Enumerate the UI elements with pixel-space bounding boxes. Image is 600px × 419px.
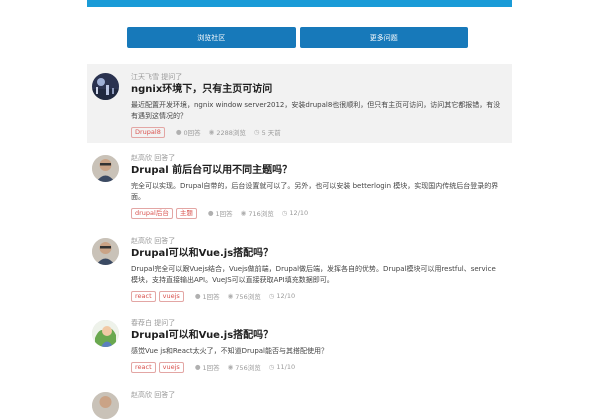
tag[interactable]: react [131,361,156,373]
answers-count: ● 0回答 [175,128,201,137]
tag[interactable]: vuejs [158,290,184,302]
eye-icon: ◉ [240,209,247,217]
list-item: 江天飞雪 提问了 ngnix环境下，只有主页可访问 最近配置开发环境，ngnix… [87,64,512,143]
item-footer: drupal后台 主题 ● 1回答 ◉ 716浏览 ◷ 12/10 [131,207,502,219]
views-count: ◉ 716浏览 [240,209,274,218]
comment-icon: ● [194,292,201,300]
views-count: ◉ 2288浏览 [208,128,246,137]
question-excerpt: 感觉Vue js和React太火了，不知道Drupal能否与其搭配使用？ [131,347,328,355]
answers-count: ● 1回答 [194,363,220,372]
list-item: 赵高欣 回答了 Drupal可以和Vue.js搭配吗？ Drupal完全可以跟V… [87,226,512,308]
answers-count: ● 1回答 [207,209,233,218]
tag[interactable]: react [131,290,156,302]
avatar[interactable] [92,320,119,347]
avatar[interactable] [92,392,119,419]
question-title[interactable]: Drupal可以和Vue.js搭配吗？ [131,247,502,261]
top-banner [87,0,512,7]
tag[interactable]: drupal后台 [131,207,173,219]
author-line[interactable]: 赵高欣 回答了 [131,390,502,400]
answers-count: ● 1回答 [194,292,220,301]
tag[interactable]: 主题 [175,207,197,219]
question-excerpt: Drupal完全可以跟Vuejs结合，Vuejs做前端，Drupal做后端，发挥… [131,265,496,284]
avatar[interactable] [92,73,119,100]
more-questions-button[interactable]: 更多问题 [299,27,468,48]
question-title[interactable]: Drupal 前后台可以用不同主题吗？ [131,164,502,178]
comment-icon: ● [194,363,201,371]
clock-icon: ◷ [268,292,275,300]
list-item: 赵高欣 回答了 Drupal 前后台可以用不同主题吗？ 完全可以实现。Drupa… [87,143,512,226]
eye-icon: ◉ [208,128,215,136]
clock-icon: ◷ [281,209,288,217]
question-title[interactable]: ngnix环境下，只有主页可访问 [131,83,502,97]
comment-icon: ● [207,209,214,217]
author-line[interactable]: 春荐白 提问了 [131,318,502,328]
list-item: 赵高欣 回答了 [87,380,512,419]
author-line[interactable]: 赵高欣 回答了 [131,236,502,246]
question-excerpt: 最近配置开发环境，ngnix window server2012，安装drupa… [131,101,501,120]
author-line[interactable]: 赵高欣 回答了 [131,153,502,163]
question-title[interactable]: Drupal可以和Vue.js搭配吗？ [131,329,502,343]
eye-icon: ◉ [227,292,234,300]
views-count: ◉ 756浏览 [227,363,261,372]
post-date: ◷ 5 天前 [253,128,281,137]
clock-icon: ◷ [268,363,275,371]
item-footer: react vuejs ● 1回答 ◉ 756浏览 ◷ 11/10 [131,361,502,373]
clock-icon: ◷ [253,128,260,136]
comment-icon: ● [175,128,182,136]
tag[interactable]: vuejs [158,361,184,373]
tag[interactable]: Drupal8 [131,126,165,138]
post-date: ◷ 12/10 [281,209,309,217]
post-date: ◷ 12/10 [268,292,296,300]
avatar[interactable] [92,155,119,182]
nav-button-row: 浏览社区 更多问题 [127,27,468,48]
question-excerpt: 完全可以实现。Drupal自带的，后台设置就可以了。另外，也可以安装 bette… [131,182,499,201]
post-date: ◷ 11/10 [268,363,296,371]
views-count: ◉ 756浏览 [227,292,261,301]
browse-community-button[interactable]: 浏览社区 [127,27,296,48]
item-footer: Drupal8 ● 0回答 ◉ 2288浏览 ◷ 5 天前 [131,126,502,138]
item-footer: react vuejs ● 1回答 ◉ 756浏览 ◷ 12/10 [131,290,502,302]
author-line[interactable]: 江天飞雪 提问了 [131,72,502,82]
question-list: 江天飞雪 提问了 ngnix环境下，只有主页可访问 最近配置开发环境，ngnix… [87,64,512,419]
eye-icon: ◉ [227,363,234,371]
avatar[interactable] [92,238,119,265]
list-item: 春荐白 提问了 Drupal可以和Vue.js搭配吗？ 感觉Vue js和Rea… [87,308,512,380]
